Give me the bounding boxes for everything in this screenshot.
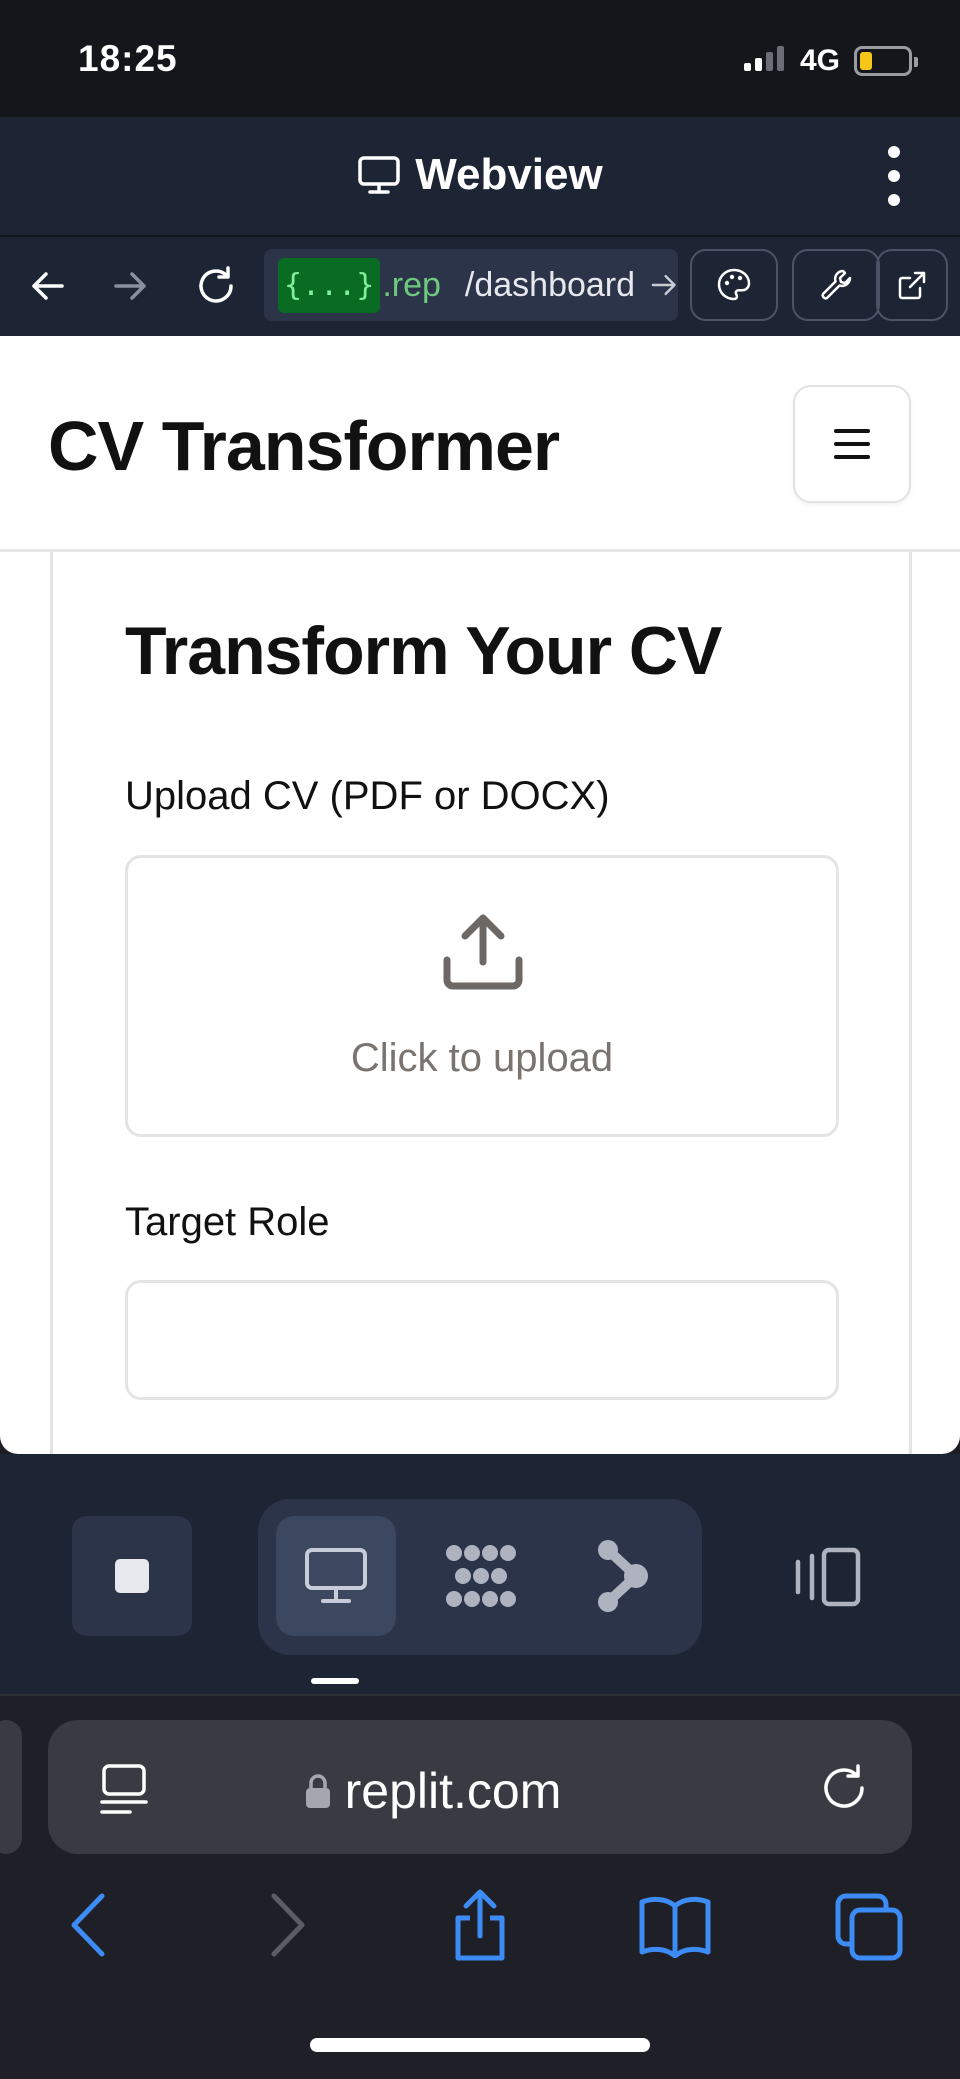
wrench-icon	[821, 269, 852, 300]
target-role-label: Target Role	[125, 1200, 330, 1244]
stop-icon	[115, 1559, 149, 1593]
upload-icon	[443, 914, 523, 990]
hamburger-icon	[834, 429, 870, 433]
battery-icon	[854, 46, 918, 76]
signal-icon	[744, 46, 784, 71]
upload-dropzone[interactable]: Click to upload	[125, 855, 839, 1137]
bookmarks-icon[interactable]	[638, 1894, 712, 1958]
back-chevron-icon[interactable]	[66, 1890, 110, 1960]
webview-title-bar: Webview	[0, 150, 960, 200]
devtools-button[interactable]	[792, 249, 880, 321]
back-arrow-icon[interactable]	[20, 258, 76, 314]
open-external-button[interactable]	[876, 249, 948, 321]
screen: 18:25 4G Webview {...} .rep /dashboard C…	[0, 0, 960, 2079]
tabs-icon[interactable]	[834, 1892, 904, 1962]
hamburger-menu-button[interactable]	[793, 385, 911, 503]
theme-palette-button[interactable]	[690, 249, 778, 321]
forward-chevron-icon[interactable]	[266, 1890, 310, 1960]
device-preview-icon[interactable]	[790, 1546, 862, 1608]
address-domain: replit.com	[344, 1763, 562, 1819]
reload-icon[interactable]	[818, 1758, 870, 1814]
webview-tab[interactable]	[276, 1516, 396, 1636]
home-indicator	[310, 2038, 650, 2052]
app-title: CV Transformer	[48, 407, 560, 485]
git-tab[interactable]	[562, 1516, 682, 1636]
status-time: 18:25	[78, 38, 178, 79]
webview-content: CV Transformer Transform Your CV Upload …	[0, 336, 960, 1454]
monitor-icon	[305, 1548, 367, 1603]
reload-icon[interactable]	[188, 258, 244, 314]
upload-label: Upload CV (PDF or DOCX)	[125, 774, 610, 818]
palette-icon	[717, 268, 751, 301]
url-path: /dashboard	[464, 265, 636, 304]
url-badge: {...}	[278, 257, 381, 313]
monitor-icon	[358, 156, 400, 194]
target-role-input[interactable]	[125, 1280, 839, 1400]
status-bar: 18:25 4G	[0, 0, 960, 117]
share-icon[interactable]	[450, 1888, 510, 1964]
lock-icon	[305, 1774, 330, 1808]
network-type: 4G	[800, 44, 841, 77]
go-arrow-icon[interactable]	[649, 270, 678, 300]
more-options-icon[interactable]	[884, 146, 904, 206]
card-title: Transform Your CV	[125, 613, 722, 689]
forward-arrow-icon[interactable]	[102, 258, 158, 314]
branch-icon	[598, 1540, 648, 1612]
webview-url-bar[interactable]: {...} .rep /dashboard	[264, 249, 678, 321]
drag-handle[interactable]	[311, 1678, 359, 1684]
app-header: CV Transformer	[0, 336, 960, 552]
external-link-icon	[898, 271, 926, 300]
address-display: replit.com	[0, 1762, 864, 1820]
agent-dots-icon	[446, 1545, 516, 1607]
stop-button[interactable]	[72, 1516, 192, 1636]
url-host: .rep	[382, 265, 441, 304]
transform-card: Transform Your CV Upload CV (PDF or DOCX…	[50, 552, 912, 1454]
upload-prompt: Click to upload	[350, 1036, 614, 1080]
webview-title: Webview	[415, 150, 603, 199]
agent-tab[interactable]	[420, 1516, 540, 1636]
